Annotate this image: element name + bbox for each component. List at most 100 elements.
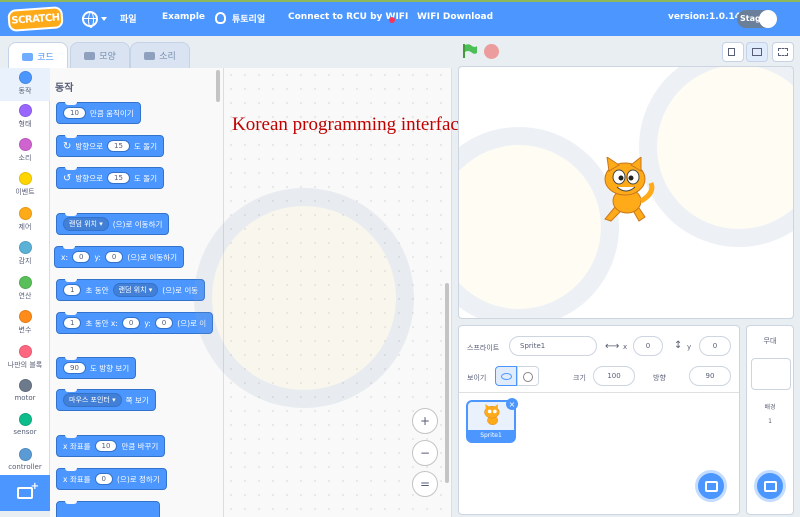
fullscreen-button[interactable]	[772, 42, 794, 62]
language-globe-icon[interactable]	[82, 11, 98, 28]
sprite-tile[interactable]: × Sprite1	[466, 398, 518, 443]
direction-field[interactable]: 90	[689, 366, 731, 386]
block-partial[interactable]	[56, 501, 160, 517]
wifi-download-menu[interactable]: WIFI Download	[417, 12, 493, 22]
x-field[interactable]: 0	[633, 336, 663, 356]
block-text: 만큼 움직이기	[89, 108, 134, 118]
tab-costumes[interactable]: 모양	[70, 42, 130, 69]
small-stage-icon	[728, 48, 735, 56]
small-stage-button[interactable]	[722, 42, 744, 62]
stop-icon[interactable]	[484, 44, 499, 59]
show-sprite-button[interactable]	[495, 366, 517, 386]
category-motion[interactable]: 동작	[0, 68, 50, 101]
add-extension-button[interactable]	[0, 475, 50, 511]
block-input[interactable]: 15	[107, 172, 130, 184]
block-text: x 좌표를	[63, 441, 91, 451]
block-change-x[interactable]: x 좌표를 10 만큼 바꾸기	[56, 435, 166, 457]
size-value: 100	[607, 372, 621, 380]
zoom-in-button[interactable]: +	[412, 408, 438, 434]
block-text: x:	[61, 252, 68, 262]
block-dropdown[interactable]: 마우스 포인터 ▾	[63, 393, 122, 407]
block-input[interactable]: 15	[107, 140, 130, 152]
sprite-name-field[interactable]: Sprite1	[509, 336, 597, 356]
category-variables[interactable]: 변수	[0, 310, 50, 335]
y-field[interactable]: 0	[699, 336, 731, 356]
block-go-to-xy[interactable]: x: 0 y: 0 (으)로 이동하기	[54, 246, 184, 268]
block-input[interactable]: 0	[94, 473, 113, 485]
category-motor[interactable]: motor	[0, 379, 50, 402]
add-sprite-button[interactable]	[695, 470, 727, 502]
script-area-scrollbar[interactable]	[445, 283, 449, 483]
overlay-caption: Korean programming interface	[232, 114, 468, 135]
stage-backdrop-panel[interactable]: 무대 배경 1	[746, 325, 794, 515]
block-glide-xy[interactable]: 1 초 동안 x: 0 y: 0 (으)로 이	[56, 312, 214, 334]
green-flag-icon[interactable]	[462, 44, 478, 58]
category-sensor[interactable]: sensor	[0, 413, 50, 436]
category-my-blocks[interactable]: 나만의 블록	[0, 345, 50, 370]
category-controller[interactable]: controller	[0, 448, 50, 471]
block-input[interactable]: 1	[63, 317, 82, 329]
add-backdrop-button[interactable]	[754, 470, 786, 502]
block-input[interactable]: 90	[63, 362, 86, 374]
block-text: 도 돌기	[133, 141, 158, 151]
stage-toggle[interactable]: Stage	[737, 10, 777, 28]
sprite-name-label: 스프라이트	[467, 344, 500, 352]
tutorial-menu[interactable]: 튜토리얼	[232, 12, 265, 25]
hide-sprite-button[interactable]	[517, 366, 539, 386]
block-glide[interactable]: 1 초 동안 랜덤 위치 ▾ (으)로 이동	[56, 279, 206, 301]
block-text: 쪽 보기	[125, 395, 149, 405]
stage-canvas[interactable]	[458, 66, 794, 319]
chevron-down-icon	[101, 17, 107, 21]
tab-sounds[interactable]: 소리	[130, 42, 190, 69]
category-events-dot	[18, 172, 32, 185]
category-sound[interactable]: 소리	[0, 138, 50, 163]
block-input[interactable]: 0	[154, 317, 174, 329]
sprite-tile-name: Sprite1	[468, 430, 514, 441]
block-point-direction[interactable]: 90 도 방향 보기	[56, 357, 137, 379]
zoom-out-button[interactable]: −	[412, 440, 438, 466]
block-go-to[interactable]: 랜덤 위치 ▾ (으)로 이동하기	[56, 213, 170, 235]
eye-icon	[501, 373, 512, 380]
category-control[interactable]: 제어	[0, 207, 50, 232]
category-events[interactable]: 이벤트	[0, 172, 50, 197]
large-stage-button[interactable]	[746, 42, 768, 62]
category-label: 형태	[18, 120, 32, 128]
block-move-steps[interactable]: 10 만큼 움직이기	[56, 102, 141, 124]
rotate-right-icon: ↻	[63, 140, 72, 152]
block-dropdown[interactable]: 랜덤 위치 ▾	[112, 283, 159, 297]
category-looks-dot	[18, 104, 32, 117]
block-text: 초 동안 x:	[85, 318, 118, 328]
tab-code[interactable]: 코드	[8, 42, 68, 70]
backdrop-thumbnail[interactable]	[751, 358, 791, 390]
block-turn-left[interactable]: ↺ 방향으로 15 도 돌기	[56, 167, 165, 189]
sprite-info-panel: 스프라이트 Sprite1 ⟷ x 0 ↕ y 0 보이기 크기 100 방향 …	[458, 325, 740, 515]
block-input[interactable]: 0	[71, 251, 91, 263]
zoom-reset-button[interactable]: =	[412, 471, 438, 497]
category-looks[interactable]: 형태	[0, 104, 50, 129]
palette-scrollbar[interactable]	[216, 70, 220, 102]
category-sensor-dot	[18, 413, 32, 426]
direction-value: 90	[705, 372, 715, 380]
watermark-logo	[639, 67, 793, 247]
script-area[interactable]: Korean programming interface + − =	[194, 68, 467, 517]
block-input[interactable]: 10	[94, 440, 118, 452]
block-input[interactable]: 1	[63, 284, 82, 296]
block-turn-right[interactable]: ↻ 방향으로 15 도 돌기	[56, 135, 165, 157]
block-point-towards[interactable]: 마우스 포인터 ▾ 쪽 보기	[56, 389, 156, 411]
block-input[interactable]: 0	[121, 317, 141, 329]
cat-sprite[interactable]	[597, 157, 659, 227]
delete-sprite-icon[interactable]: ×	[506, 398, 518, 410]
watermark-logo	[194, 188, 414, 408]
category-operators[interactable]: 연산	[0, 276, 50, 301]
category-sensing[interactable]: 감지	[0, 241, 50, 266]
block-set-x[interactable]: x 좌표를 0 (으)로 정하기	[56, 468, 167, 490]
scratch-logo[interactable]: SCRATCH	[7, 6, 64, 32]
brush-icon	[84, 51, 96, 60]
file-menu[interactable]: 파일	[120, 12, 137, 25]
block-input[interactable]: 0	[104, 251, 124, 263]
example-menu[interactable]: Example	[162, 12, 205, 22]
block-input[interactable]: 10	[63, 107, 86, 119]
version-label: version:1.0.14	[668, 12, 741, 22]
size-field[interactable]: 100	[593, 366, 635, 386]
block-dropdown[interactable]: 랜덤 위치 ▾	[63, 217, 109, 231]
